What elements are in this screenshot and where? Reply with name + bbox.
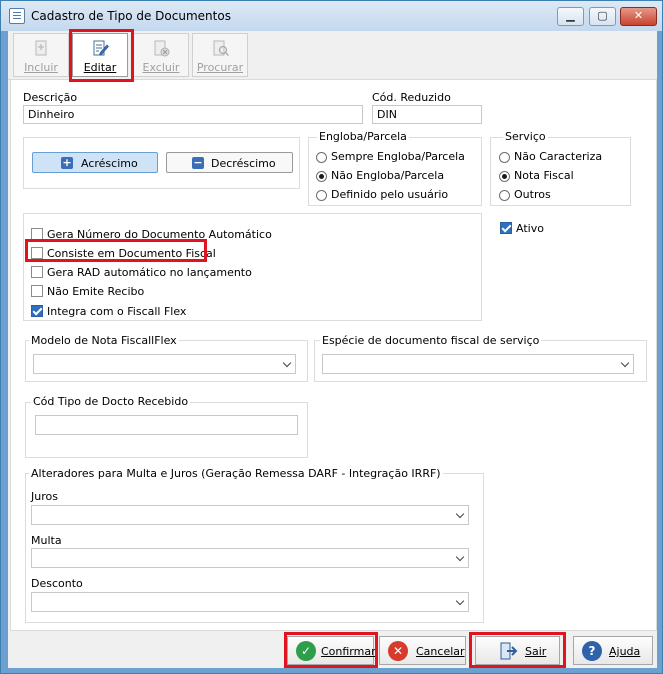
- title-bar: Cadastro de Tipo de Documentos ▁ ▢ ✕: [1, 1, 662, 31]
- window-app-icon: [9, 8, 25, 24]
- servico-radio-2[interactable]: [499, 190, 510, 201]
- cod-reduzido-input[interactable]: DIN: [372, 105, 482, 124]
- bottom-bar: ✓ Confirmar ✕ Cancelar Sair ? Ajuda: [8, 631, 657, 668]
- help-icon: ?: [582, 641, 602, 661]
- procurar-label: Procurar: [196, 61, 244, 74]
- maximize-button[interactable]: ▢: [589, 7, 616, 26]
- engloba-radio-0[interactable]: [316, 152, 327, 163]
- sair-label: Sair: [525, 645, 547, 658]
- check-integra-fiscall-label: Integra com o Fiscall Flex: [47, 305, 187, 318]
- toolbar: Incluir Editar Excluir Procurar: [8, 31, 657, 80]
- cod-reduzido-label: Cód. Reduzido: [372, 91, 451, 104]
- servico-option-1: Nota Fiscal: [514, 169, 574, 182]
- check-gera-numero[interactable]: [31, 228, 43, 240]
- desconto-select[interactable]: [31, 592, 469, 612]
- app-window: Cadastro de Tipo de Documentos ▁ ▢ ✕ Inc…: [0, 0, 663, 674]
- delete-document-icon: [154, 40, 170, 57]
- minus-icon: −: [192, 156, 204, 169]
- search-document-icon: [213, 40, 229, 57]
- multa-label: Multa: [31, 534, 62, 547]
- incluir-button[interactable]: Incluir: [13, 33, 69, 77]
- chevron-down-icon: [455, 552, 465, 562]
- engloba-group-label: Engloba/Parcela: [317, 130, 409, 143]
- check-consiste-fiscal-label: Consiste em Documento Fiscal: [47, 247, 216, 260]
- juros-label: Juros: [31, 490, 58, 503]
- check-icon: ✓: [296, 641, 316, 661]
- descricao-input[interactable]: Dinheiro: [23, 105, 363, 124]
- check-gera-rad[interactable]: [31, 266, 43, 278]
- ativo-label: Ativo: [516, 222, 544, 235]
- engloba-radio-1[interactable]: [316, 171, 327, 182]
- modelo-nota-select[interactable]: [33, 354, 296, 374]
- desconto-label: Desconto: [31, 577, 83, 590]
- check-gera-numero-label: Gera Número do Documento Automático: [47, 228, 272, 241]
- servico-radio-0[interactable]: [499, 152, 510, 163]
- juros-select[interactable]: [31, 505, 469, 525]
- confirmar-label: Confirmar: [321, 645, 376, 658]
- chevron-down-icon: [282, 358, 292, 368]
- check-nao-emite-recibo-label: Não Emite Recibo: [47, 285, 145, 298]
- check-consiste-fiscal[interactable]: [31, 247, 43, 259]
- minimize-button[interactable]: ▁: [557, 7, 584, 26]
- close-button[interactable]: ✕: [620, 7, 657, 26]
- servico-option-2: Outros: [514, 188, 551, 201]
- ativo-checkbox[interactable]: [500, 222, 512, 234]
- window-title: Cadastro de Tipo de Documentos: [31, 9, 231, 23]
- engloba-option-1: Não Engloba/Parcela: [331, 169, 445, 182]
- form-panel: Descrição Dinheiro Cód. Reduzido DIN + A…: [10, 79, 657, 631]
- plus-icon: +: [61, 156, 73, 169]
- procurar-button[interactable]: Procurar: [192, 33, 248, 77]
- excluir-label: Excluir: [142, 61, 180, 74]
- servico-option-0: Não Caracteriza: [514, 150, 603, 163]
- especie-label: Espécie de documento fiscal de serviço: [320, 334, 542, 347]
- window-client: Incluir Editar Excluir Procurar Descriçã…: [8, 29, 657, 668]
- alteradores-label: Alteradores para Multa e Juros (Geração …: [29, 467, 443, 480]
- acrescimo-label: Acréscimo: [81, 157, 138, 170]
- descricao-label: Descrição: [23, 91, 78, 104]
- excluir-button[interactable]: Excluir: [133, 33, 189, 77]
- engloba-option-0: Sempre Engloba/Parcela: [331, 150, 465, 163]
- servico-group-label: Serviço: [503, 130, 548, 143]
- modelo-nota-label: Modelo de Nota FiscallFlex: [29, 334, 179, 347]
- chevron-down-icon: [455, 509, 465, 519]
- decrescimo-button[interactable]: − Decréscimo: [166, 152, 293, 173]
- servico-radio-1[interactable]: [499, 171, 510, 182]
- confirmar-button[interactable]: ✓ Confirmar: [287, 636, 376, 665]
- incluir-label: Incluir: [24, 61, 58, 74]
- cancel-icon: ✕: [388, 641, 408, 661]
- decrescimo-label: Decréscimo: [211, 157, 276, 170]
- editar-label: Editar: [83, 61, 117, 74]
- especie-select[interactable]: [322, 354, 634, 374]
- chevron-down-icon: [455, 596, 465, 606]
- chevron-down-icon: [620, 358, 630, 368]
- new-document-icon: [35, 40, 47, 56]
- editar-button[interactable]: Editar: [72, 33, 128, 77]
- acrescimo-button[interactable]: + Acréscimo: [32, 152, 158, 173]
- sair-button[interactable]: Sair: [475, 636, 560, 665]
- engloba-option-2: Definido pelo usuário: [331, 188, 449, 201]
- cod-tipo-input[interactable]: [35, 415, 298, 435]
- cancelar-button[interactable]: ✕ Cancelar: [379, 636, 466, 665]
- check-integra-fiscall[interactable]: [31, 305, 43, 317]
- check-nao-emite-recibo[interactable]: [31, 285, 43, 297]
- cancelar-label: Cancelar: [416, 645, 465, 658]
- engloba-radio-2[interactable]: [316, 190, 327, 201]
- exit-door-icon: [500, 642, 518, 660]
- cod-tipo-label: Cód Tipo de Docto Recebido: [31, 395, 191, 408]
- ajuda-label: Ajuda: [609, 645, 641, 658]
- check-gera-rad-label: Gera RAD automático no lançamento: [47, 266, 252, 279]
- edit-icon: [93, 40, 109, 56]
- multa-select[interactable]: [31, 548, 469, 568]
- ajuda-button[interactable]: ? Ajuda: [573, 636, 653, 665]
